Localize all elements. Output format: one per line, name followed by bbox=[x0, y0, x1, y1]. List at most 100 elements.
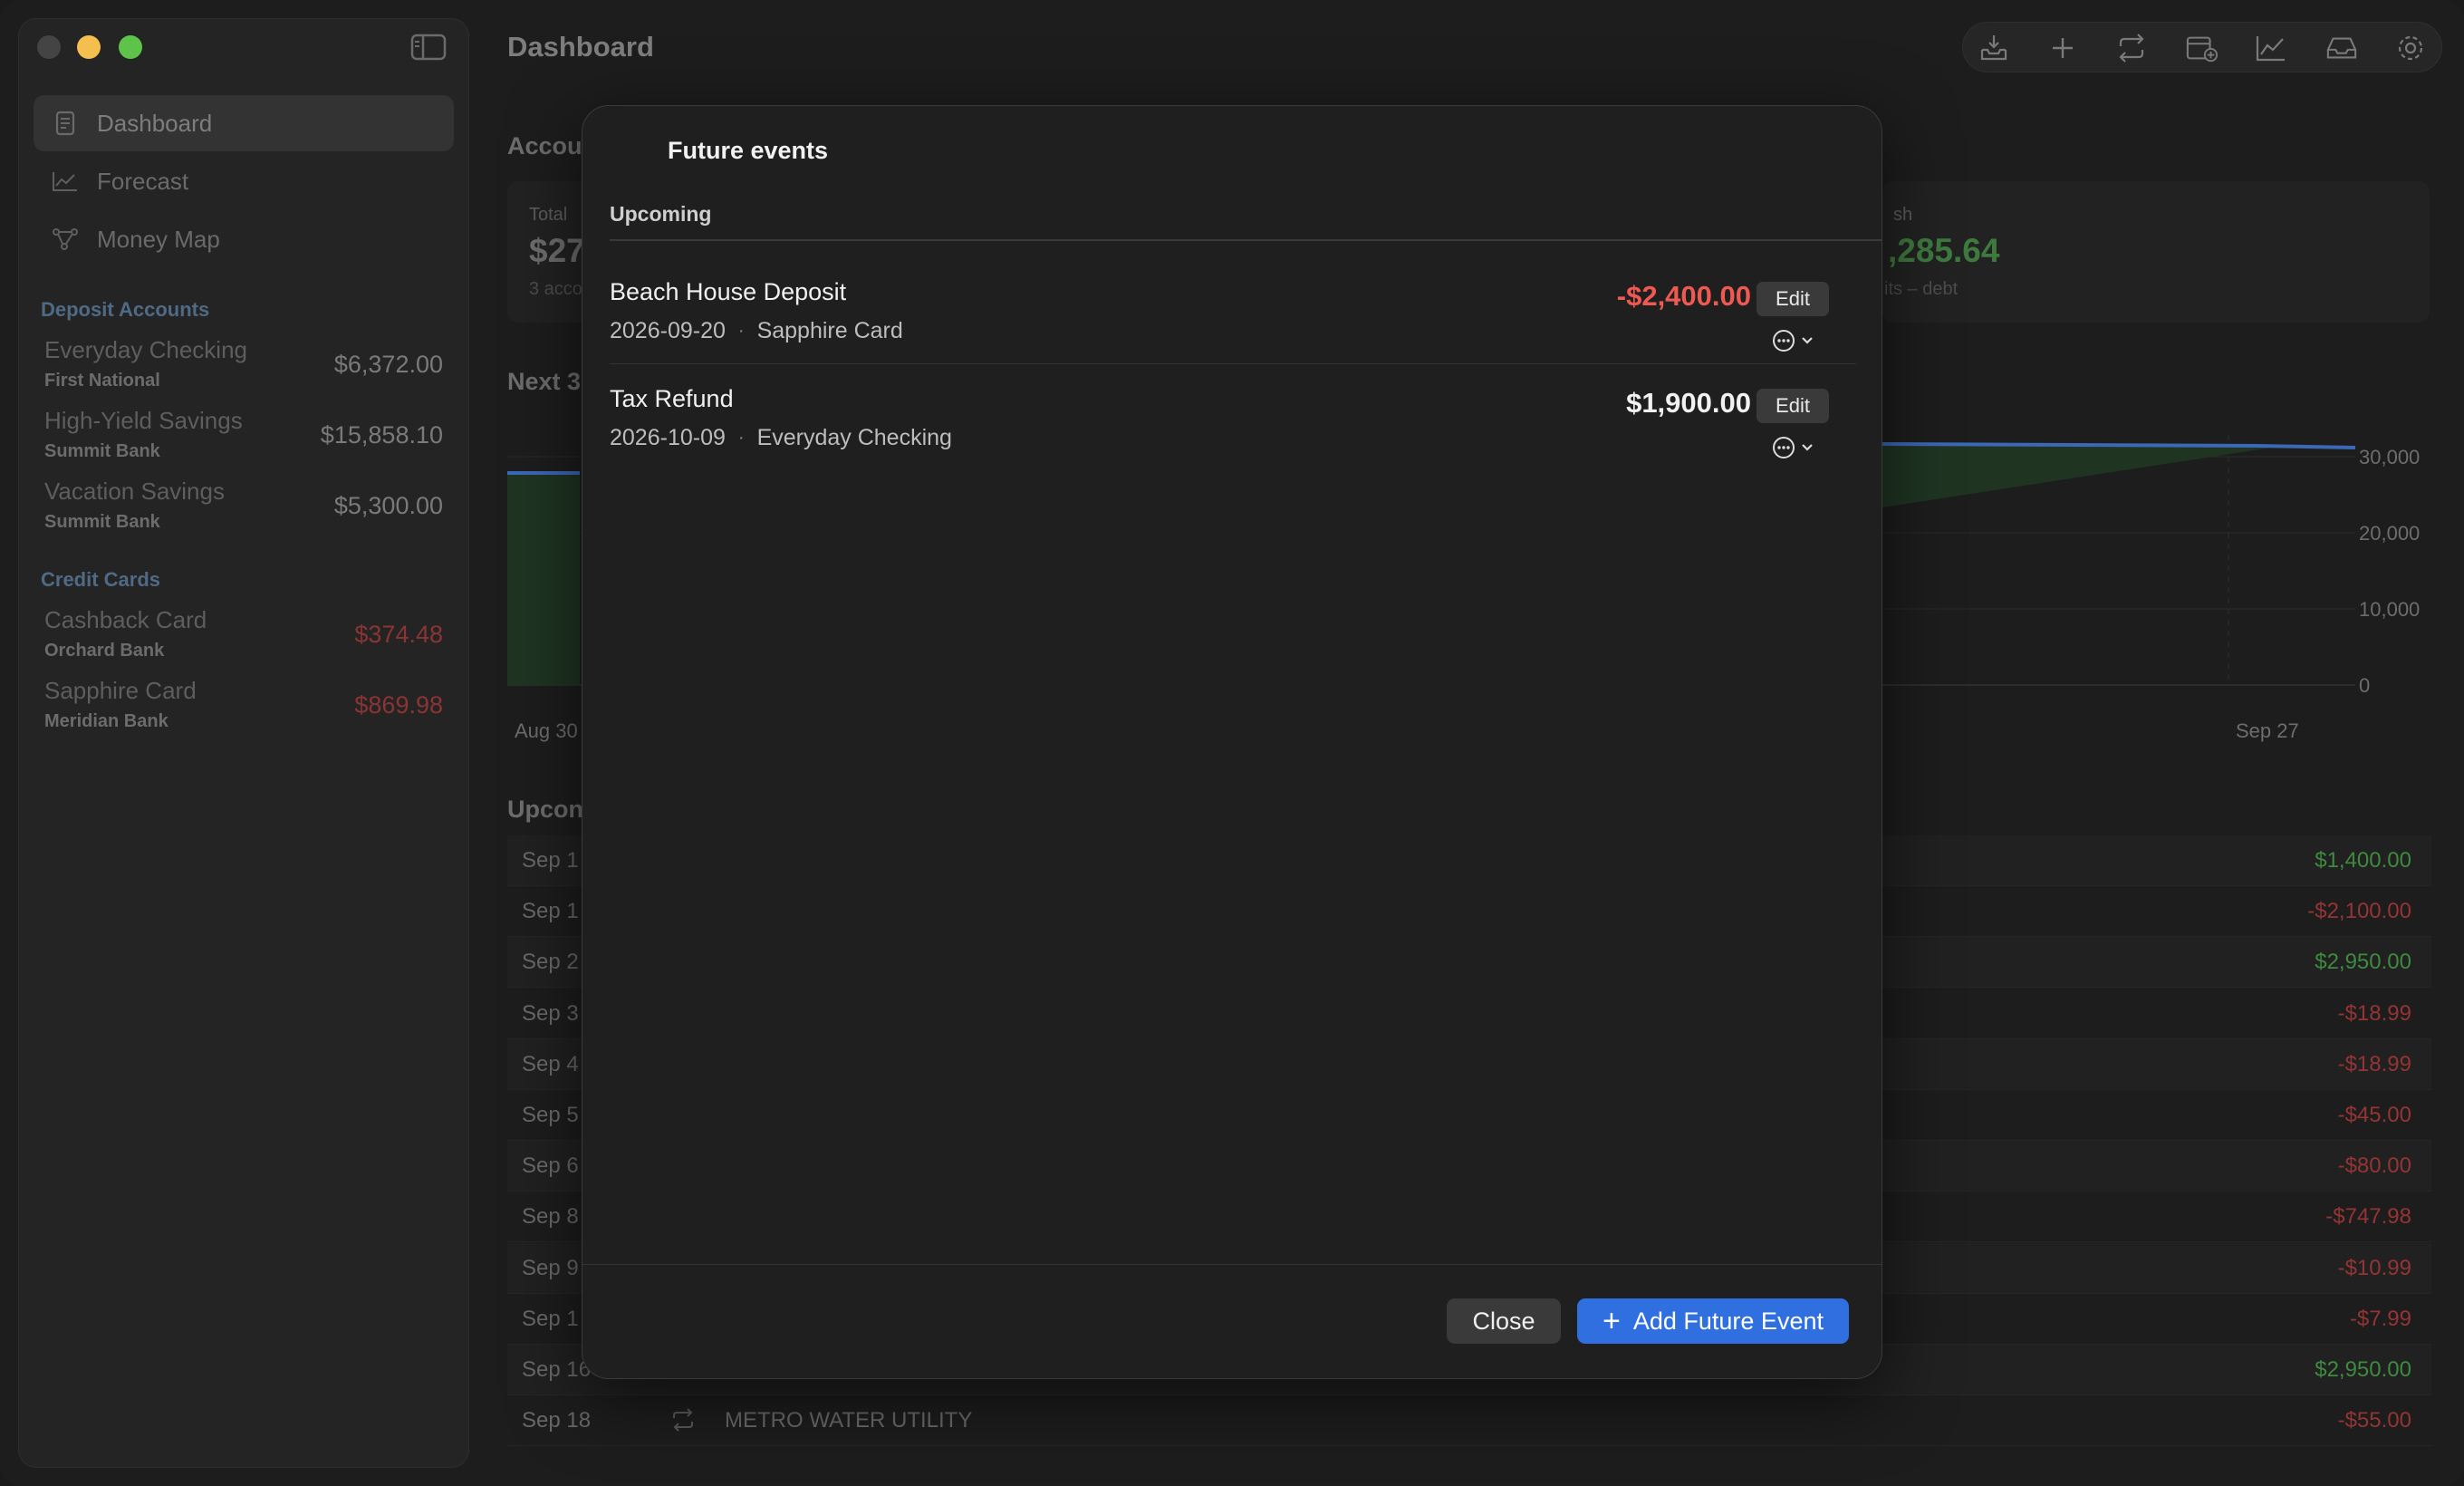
event-meta: 2026-10-09 · Everyday Checking bbox=[610, 425, 952, 451]
upcoming-amount: -$2,100.00 bbox=[2307, 899, 2411, 923]
calendar-add-icon[interactable] bbox=[2186, 34, 2219, 63]
upcoming-amount: -$10.99 bbox=[2337, 1256, 2411, 1280]
future-event-row[interactable]: Tax Refund 2026-10-09 · Everyday Checkin… bbox=[610, 358, 1856, 465]
more-actions-menu[interactable] bbox=[1757, 327, 1829, 358]
x-tick: Sep 27 bbox=[2236, 719, 2299, 742]
account-name: Cashback Card bbox=[44, 606, 207, 633]
upcoming-date: Sep 1 bbox=[522, 1307, 579, 1331]
account-balance: $374.48 bbox=[354, 621, 443, 648]
accounts-section-title: Accou bbox=[507, 132, 582, 159]
dialog-title: Future events bbox=[668, 137, 829, 164]
upcoming-description: METRO WATER UTILITY bbox=[725, 1408, 973, 1433]
event-account: Sapphire Card bbox=[756, 318, 903, 343]
sidebar-item-money-map[interactable]: Money Map bbox=[34, 211, 454, 267]
upcoming-date: Sep 2 bbox=[522, 950, 579, 974]
sidebar: Dashboard Forecast Money Map Deposit Acc… bbox=[18, 18, 469, 1468]
zoom-window-button[interactable] bbox=[119, 35, 142, 59]
event-date: 2026-09-20 bbox=[610, 318, 726, 343]
divider bbox=[582, 1264, 1882, 1265]
account-balance: $869.98 bbox=[354, 691, 443, 719]
sidebar-item-label: Forecast bbox=[97, 167, 189, 195]
account-everyday-checking[interactable]: Everyday Checking First National $6,372.… bbox=[44, 336, 443, 400]
plus-icon: + bbox=[1603, 1304, 1621, 1338]
upcoming-date: Sep 16 bbox=[522, 1357, 592, 1382]
sidebar-item-label: Dashboard bbox=[97, 109, 213, 137]
upcoming-date: Sep 1 bbox=[522, 848, 579, 873]
upcoming-row[interactable]: Sep 18 METRO WATER UTILITY -$55.00 bbox=[507, 1395, 2431, 1446]
account-vacation-savings[interactable]: Vacation Savings Summit Bank $5,300.00 bbox=[44, 478, 443, 541]
more-actions-menu[interactable] bbox=[1757, 434, 1829, 465]
upcoming-date: Sep 4 bbox=[522, 1052, 579, 1076]
account-cashback-card[interactable]: Cashback Card Orchard Bank $374.48 bbox=[44, 606, 443, 670]
transfer-icon[interactable] bbox=[2115, 34, 2148, 63]
divider bbox=[610, 239, 1882, 241]
account-name: Vacation Savings bbox=[44, 478, 225, 505]
add-future-event-button[interactable]: + Add Future Event bbox=[1577, 1298, 1849, 1344]
upcoming-amount: $2,950.00 bbox=[2315, 950, 2411, 974]
upcoming-date: Sep 6 bbox=[522, 1153, 579, 1178]
card-value: ,285.64 bbox=[1888, 232, 2000, 269]
chevron-down-icon bbox=[1800, 441, 1814, 458]
upcoming-amount: -$7.99 bbox=[2349, 1307, 2411, 1331]
upcoming-date: Sep 8 bbox=[522, 1204, 579, 1229]
upcoming-amount: -$55.00 bbox=[2337, 1408, 2411, 1433]
dashboard-icon bbox=[52, 110, 79, 137]
event-name: Beach House Deposit bbox=[610, 278, 847, 305]
card-sub: 3 acco bbox=[529, 279, 582, 299]
card-label: sh bbox=[1893, 205, 1913, 225]
minimize-window-button[interactable] bbox=[77, 35, 101, 59]
account-institution: Orchard Bank bbox=[44, 641, 165, 661]
edit-button[interactable]: Edit bbox=[1757, 389, 1829, 423]
account-institution: First National bbox=[44, 371, 160, 391]
account-name: Everyday Checking bbox=[44, 336, 247, 363]
import-icon[interactable] bbox=[1978, 34, 2010, 63]
y-tick: 0 bbox=[2359, 674, 2371, 697]
upcoming-amount: -$45.00 bbox=[2337, 1103, 2411, 1127]
deposit-accounts-heading: Deposit Accounts bbox=[41, 298, 210, 321]
next-section-title: Next 3 bbox=[507, 368, 582, 395]
card-sub: its – debt bbox=[1884, 279, 1959, 299]
page-title: Dashboard bbox=[507, 31, 654, 63]
upcoming-date: Sep 5 bbox=[522, 1103, 579, 1127]
chart-line-icon bbox=[52, 168, 79, 195]
upcoming-date: Sep 9 bbox=[522, 1256, 579, 1280]
upcoming-amount: $2,950.00 bbox=[2315, 1357, 2411, 1382]
chart-icon[interactable] bbox=[2255, 34, 2287, 63]
event-account: Everyday Checking bbox=[756, 425, 952, 450]
account-institution: Summit Bank bbox=[44, 512, 160, 532]
upcoming-heading: Upcoming bbox=[610, 202, 712, 226]
gear-icon[interactable] bbox=[2394, 34, 2427, 63]
event-name: Tax Refund bbox=[610, 385, 734, 412]
account-balance: $15,858.10 bbox=[320, 421, 443, 449]
y-tick: 20,000 bbox=[2359, 522, 2421, 545]
close-window-button[interactable] bbox=[37, 35, 61, 59]
y-tick: 10,000 bbox=[2359, 598, 2421, 621]
upcoming-amount: $1,400.00 bbox=[2315, 848, 2411, 873]
inbox-icon[interactable] bbox=[2325, 34, 2358, 63]
recurring-icon bbox=[670, 1408, 696, 1433]
upcoming-section-title: Upcon bbox=[507, 796, 583, 823]
account-name: Sapphire Card bbox=[44, 677, 197, 704]
upcoming-date: Sep 1 bbox=[522, 899, 579, 923]
future-event-row[interactable]: Beach House Deposit 2026-09-20 · Sapphir… bbox=[610, 251, 1856, 358]
toolbar bbox=[1962, 22, 2442, 72]
future-events-dialog: Future events Upcoming Beach House Depos… bbox=[582, 105, 1882, 1379]
card-value: $27 bbox=[529, 232, 585, 269]
upcoming-amount: -$80.00 bbox=[2337, 1153, 2411, 1178]
account-high-yield-savings[interactable]: High-Yield Savings Summit Bank $15,858.1… bbox=[44, 407, 443, 470]
upcoming-amount: -$18.99 bbox=[2337, 1052, 2411, 1076]
plus-icon[interactable] bbox=[2046, 34, 2079, 63]
ellipsis-circle-icon bbox=[1771, 435, 1796, 465]
account-sapphire-card[interactable]: Sapphire Card Meridian Bank $869.98 bbox=[44, 677, 443, 740]
edit-button[interactable]: Edit bbox=[1757, 282, 1829, 316]
close-button[interactable]: Close bbox=[1447, 1298, 1561, 1344]
sidebar-item-forecast[interactable]: Forecast bbox=[34, 153, 454, 209]
event-amount: $1,900.00 bbox=[1626, 387, 1751, 419]
sidebar-item-dashboard[interactable]: Dashboard bbox=[34, 95, 454, 151]
sidebar-toggle-icon[interactable] bbox=[410, 34, 447, 61]
event-meta: 2026-09-20 · Sapphire Card bbox=[610, 318, 903, 344]
account-balance: $5,300.00 bbox=[333, 492, 443, 519]
sidebar-item-label: Money Map bbox=[97, 225, 220, 253]
chevron-down-icon bbox=[1800, 334, 1814, 351]
ellipsis-circle-icon bbox=[1771, 328, 1796, 358]
